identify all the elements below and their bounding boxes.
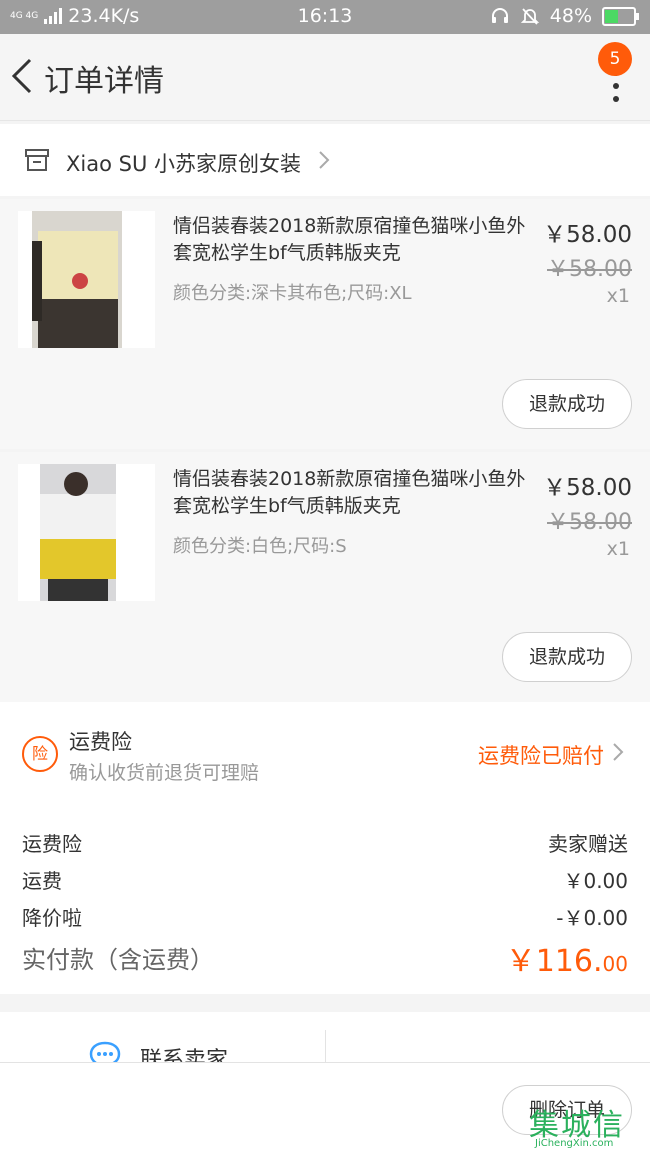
- battery-percent: 48%: [549, 5, 592, 27]
- chevron-right-icon: [613, 743, 624, 761]
- battery-icon: [602, 6, 639, 26]
- bottom-action-bar: 删除订单 集城信 JiChengXin.com: [0, 1062, 650, 1156]
- original-price: ￥58.00: [547, 257, 632, 282]
- fee-value: -￥0.00: [556, 906, 628, 930]
- page-title: 订单详情: [44, 64, 164, 99]
- shop-row[interactable]: Xiao SU 小苏家原创女装: [0, 124, 650, 196]
- refund-status-button[interactable]: 退款成功: [502, 379, 632, 429]
- product-title[interactable]: 情侣装春装2018新款原宿撞色猫咪小鱼外套宽松学生bf气质韩版夹克: [173, 466, 533, 520]
- mute-bell-icon: [520, 8, 539, 25]
- notification-badge: 5: [598, 42, 632, 76]
- fee-label: 运费险: [22, 832, 82, 856]
- total-label: 实付款（含运费）: [22, 946, 214, 974]
- headphone-icon: [491, 8, 508, 23]
- order-item[interactable]: 情侣装春装2018新款原宿撞色猫咪小鱼外套宽松学生bf气质韩版夹克 颜色分类:深…: [0, 199, 650, 449]
- quantity: x1: [606, 285, 630, 307]
- product-thumbnail[interactable]: [18, 211, 155, 348]
- product-price: ￥58.00: [543, 475, 632, 501]
- back-arrow-icon[interactable]: [8, 56, 36, 96]
- fee-summary: 运费险 卖家赠送 运费 ￥0.00 降价啦 -￥0.00 实付款（含运费） ￥1…: [0, 794, 650, 994]
- fee-row: 运费 ￥0.00: [22, 865, 628, 894]
- shipping-insurance-row[interactable]: 险 运费险 确认收货前退货可理赔 运费险已赔付: [0, 702, 650, 794]
- fee-label: 降价啦: [22, 906, 82, 930]
- insurance-subtitle: 确认收货前退货可理赔: [69, 762, 260, 784]
- watermark: 集城信 JiChengXin.com: [529, 1100, 644, 1152]
- fee-value: 卖家赠送: [548, 832, 628, 856]
- fee-row: 运费险 卖家赠送: [22, 828, 628, 857]
- more-menu-button[interactable]: [612, 70, 620, 118]
- product-thumbnail[interactable]: [18, 464, 155, 601]
- product-title[interactable]: 情侣装春装2018新款原宿撞色猫咪小鱼外套宽松学生bf气质韩版夹克: [173, 213, 533, 267]
- chevron-right-icon: [319, 151, 330, 169]
- insurance-icon: 险: [22, 736, 58, 772]
- order-item[interactable]: 情侣装春装2018新款原宿撞色猫咪小鱼外套宽松学生bf气质韩版夹克 颜色分类:白…: [0, 452, 650, 702]
- refund-status-button[interactable]: 退款成功: [502, 632, 632, 682]
- total-row: 实付款（含运费） ￥116.00: [22, 940, 628, 979]
- watermark-url: JiChengXin.com: [535, 1138, 614, 1149]
- product-spec: 颜色分类:深卡其布色;尺码:XL: [173, 283, 412, 304]
- title-bar: 订单详情 5: [0, 34, 650, 121]
- insurance-status[interactable]: 运费险已赔付: [478, 740, 604, 770]
- status-bar: 4G 4G 23.4K/s 16:13 48%: [0, 0, 650, 34]
- fee-label: 运费: [22, 869, 62, 893]
- insurance-title: 运费险: [69, 730, 132, 754]
- original-price: ￥58.00: [547, 510, 632, 535]
- fee-row: 降价啦 -￥0.00: [22, 902, 628, 931]
- shop-name: Xiao SU 小苏家原创女装: [66, 152, 301, 176]
- fee-value: ￥0.00: [563, 869, 628, 893]
- product-price: ￥58.00: [543, 222, 632, 248]
- product-spec: 颜色分类:白色;尺码:S: [173, 536, 347, 557]
- total-value: ￥116.00: [505, 944, 628, 979]
- shop-icon: [25, 149, 49, 171]
- quantity: x1: [606, 538, 630, 560]
